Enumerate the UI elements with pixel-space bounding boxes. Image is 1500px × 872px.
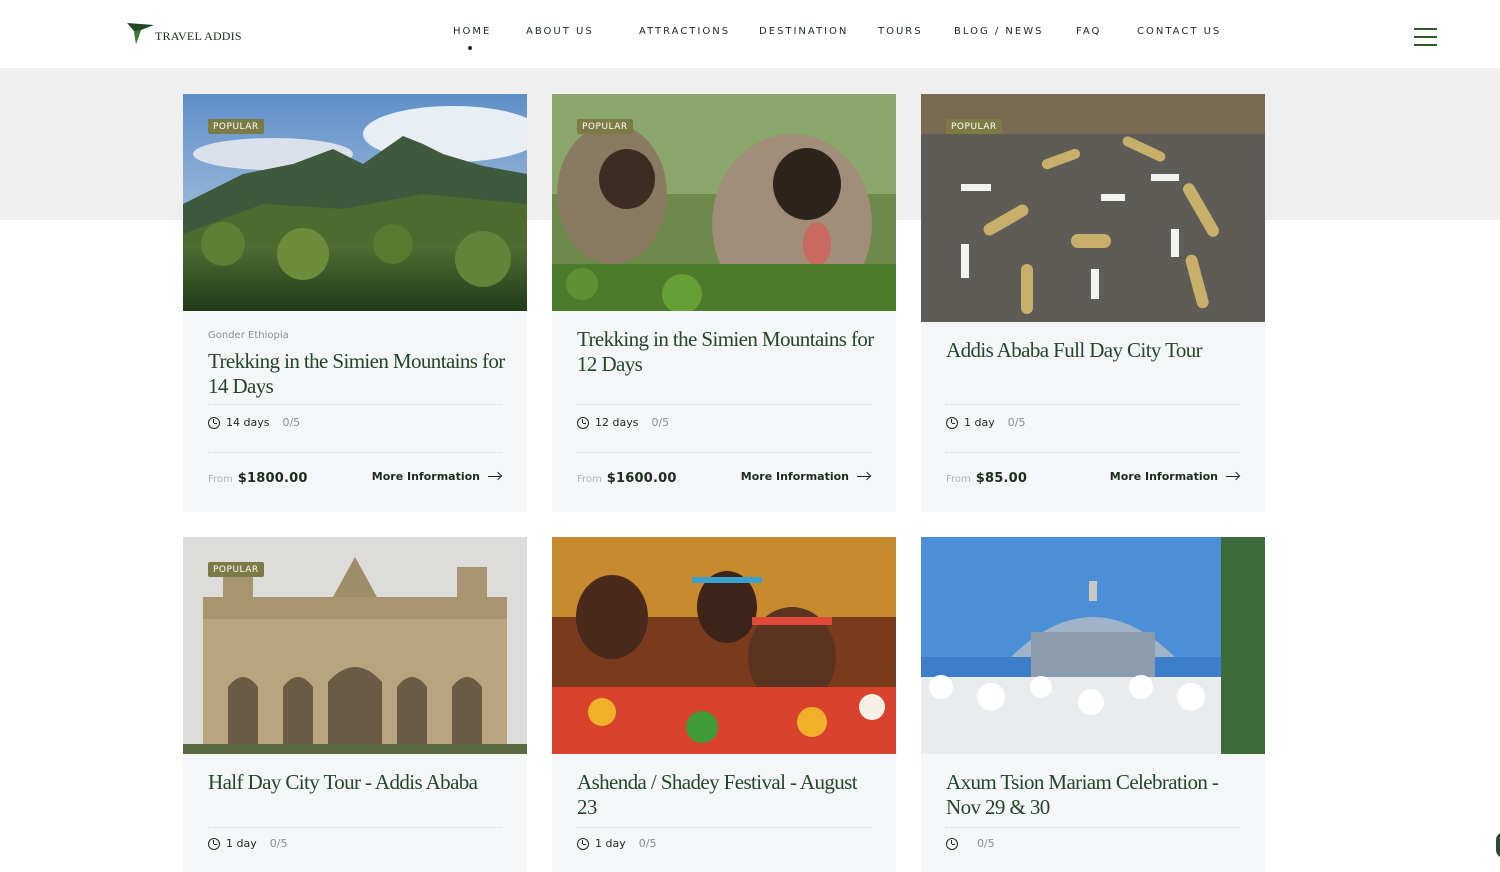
tour-title[interactable]: Trekking in the Simien Mountains for 14 … <box>208 349 508 399</box>
church-crowd-photo[interactable] <box>921 537 1265 754</box>
site-header: TRAVEL ADDIS HOME ABOUT US ATTRACTIONS D… <box>0 0 1500 68</box>
tour-duration: 1 day <box>595 837 626 850</box>
divider <box>577 452 871 453</box>
tour-duration: 12 days <box>595 416 639 429</box>
nav-home[interactable]: HOME <box>453 26 491 37</box>
nav-faq[interactable]: FAQ <box>1076 26 1101 37</box>
hamburger-menu-icon[interactable] <box>1414 28 1437 47</box>
popular-badge: POPULAR <box>946 119 1002 134</box>
clock-icon <box>577 837 589 850</box>
tour-duration: 14 days <box>226 416 270 429</box>
nav-blog-news[interactable]: BLOG / NEWS <box>954 26 1043 37</box>
divider <box>208 404 502 405</box>
divider <box>208 452 502 453</box>
tour-title[interactable]: Trekking in the Simien Mountains for 12 … <box>577 327 877 377</box>
tour-title[interactable]: Addis Ababa Full Day City Tour <box>946 338 1246 363</box>
festival-girls-photo[interactable] <box>552 537 896 754</box>
nav-about-us[interactable]: ABOUT US <box>526 26 594 37</box>
tour-rating: 0/5 <box>651 416 670 429</box>
tour-meta: 0/5 <box>946 837 995 850</box>
divider <box>577 404 871 405</box>
arrow-right-icon <box>1226 471 1240 481</box>
nav-tours[interactable]: TOURS <box>878 26 923 37</box>
tour-rating: 0/5 <box>638 837 657 850</box>
tour-meta: 12 days 0/5 <box>577 416 669 429</box>
more-information-label: More Information <box>1109 469 1218 483</box>
tour-card[interactable]: Axum Tsion Mariam Celebration - Nov 29 &… <box>921 537 1265 872</box>
brand-logo[interactable]: TRAVEL ADDIS <box>127 20 242 46</box>
popular-badge: POPULAR <box>577 119 633 134</box>
divider <box>577 827 871 828</box>
more-information-link[interactable]: More Information <box>1110 470 1240 483</box>
logo-arrow-icon <box>127 21 155 45</box>
tour-rating: 0/5 <box>282 416 301 429</box>
tour-meta: 1 day 0/5 <box>946 416 1025 429</box>
clock-icon <box>577 416 589 429</box>
more-information-label: More Information <box>371 469 480 483</box>
tour-card[interactable]: POPULAR Half Day City Tour - Addis Ababa… <box>183 537 527 872</box>
tour-duration: 1 day <box>964 416 995 429</box>
price-from-label: From <box>946 473 971 485</box>
price-row: From $1800.00 More Information <box>208 467 502 486</box>
popular-badge: POPULAR <box>208 562 264 577</box>
active-indicator-dot <box>468 46 472 50</box>
tour-title[interactable]: Half Day City Tour - Addis Ababa <box>208 770 508 795</box>
tour-meta: 1 day 0/5 <box>577 837 656 850</box>
price-from-label: From <box>208 473 233 485</box>
divider <box>946 404 1240 405</box>
clock-icon <box>946 837 958 850</box>
tour-meta: 1 day 0/5 <box>208 837 287 850</box>
more-information-label: More Information <box>740 469 849 483</box>
tour-card[interactable]: POPULAR Addis Ababa Full Day City Tour 1… <box>921 94 1265 512</box>
brand-name: TRAVEL ADDIS <box>155 28 242 43</box>
clock-icon <box>208 416 220 429</box>
tour-card[interactable]: POPULAR Gonder Ethiopia Trekking in the … <box>183 94 527 512</box>
tour-price: $1600.00 <box>606 470 677 486</box>
divider <box>946 827 1240 828</box>
tour-rating: 0/5 <box>269 837 288 850</box>
tour-rating: 0/5 <box>977 837 995 850</box>
arrow-right-icon <box>857 471 871 481</box>
divider <box>208 827 502 828</box>
fossil-bones-photo[interactable]: POPULAR <box>921 94 1265 322</box>
tour-duration: 1 day <box>226 837 257 850</box>
tour-meta: 14 days 0/5 <box>208 416 300 429</box>
more-information-link[interactable]: More Information <box>741 470 871 483</box>
tour-price: $85.00 <box>975 470 1028 486</box>
tour-title[interactable]: Ashenda / Shadey Festival - August 23 <box>577 770 877 820</box>
nav-contact-us[interactable]: CONTACT US <box>1137 26 1221 37</box>
price-from-label: From <box>577 473 602 485</box>
tour-card[interactable]: Ashenda / Shadey Festival - August 23 1 … <box>552 537 896 872</box>
divider <box>946 452 1240 453</box>
floating-side-button[interactable] <box>1496 832 1500 858</box>
clock-icon <box>208 837 220 850</box>
mountain-forest-photo[interactable]: POPULAR <box>183 94 527 311</box>
tour-title[interactable]: Axum Tsion Mariam Celebration - Nov 29 &… <box>946 770 1246 820</box>
tour-location: Gonder Ethiopia <box>208 330 289 341</box>
price-row: From $1600.00 More Information <box>577 467 871 486</box>
clock-icon <box>946 416 958 429</box>
arrow-right-icon <box>488 471 502 481</box>
more-information-link[interactable]: More Information <box>372 470 502 483</box>
gelada-monkeys-photo[interactable]: POPULAR <box>552 94 896 311</box>
price-row: From $85.00 More Information <box>946 467 1240 486</box>
popular-badge: POPULAR <box>208 119 264 134</box>
nav-destination[interactable]: DESTINATION <box>759 26 848 37</box>
tour-price: $1800.00 <box>237 470 308 486</box>
cathedral-photo[interactable]: POPULAR <box>183 537 527 754</box>
tour-card[interactable]: POPULAR Trekking in the Simien Mountains… <box>552 94 896 512</box>
nav-attractions[interactable]: ATTRACTIONS <box>639 26 730 37</box>
tour-rating: 0/5 <box>1007 416 1026 429</box>
